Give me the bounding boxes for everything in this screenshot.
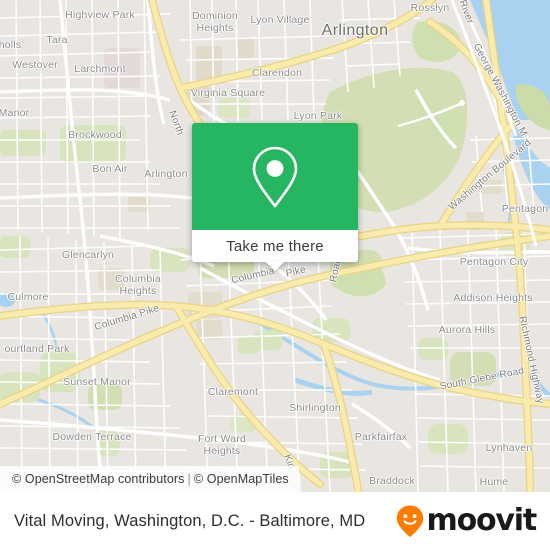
map-place-label: Larchmont <box>74 63 126 75</box>
moovit-wordmark: moovit <box>426 503 538 538</box>
map-place-label: ourtland Park <box>4 343 70 355</box>
map-place-label: Addison Heights <box>453 292 533 304</box>
map-place-label: Sunset Manor <box>63 376 131 388</box>
map-place-label: Columbia Heights <box>115 273 161 297</box>
map-place-label: Claremont <box>207 386 259 398</box>
map-place-label: Dowden Terrace <box>52 431 132 443</box>
map-place-label: Braddock <box>369 475 415 487</box>
popup-header <box>192 123 358 230</box>
map-place-label: Bon Air <box>92 163 128 175</box>
take-me-there-button[interactable]: Take me there <box>192 230 358 262</box>
map-place-label: Dominion Heights <box>192 10 238 34</box>
map-place-label: Parkfairfax <box>354 431 408 443</box>
map-place-label: Clarendon <box>251 67 303 79</box>
map-place-label: Rosslyn <box>410 2 450 14</box>
map-place-label: Westover <box>12 59 58 71</box>
map-place-label: Tara <box>46 34 68 46</box>
map-city-label: Arlington <box>321 22 389 39</box>
map-place-label: Fort Ward Heights <box>197 433 247 457</box>
attribution-osm[interactable]: © OpenStreetMap contributors <box>12 472 185 486</box>
map-attribution[interactable]: © OpenStreetMap contributors | © OpenMap… <box>0 466 299 492</box>
map-place-label: Glencarlyn <box>61 249 115 261</box>
map-place-label: Highview Park <box>65 9 135 21</box>
moovit-smiley-pin-icon <box>396 505 423 537</box>
take-me-there-label: Take me there <box>226 237 324 255</box>
map-screenshot: Arlington Highview Park Dominion Heights Ly… <box>0 0 550 550</box>
map-place-label: Arlington <box>144 168 188 180</box>
location-popup-card[interactable]: Take me there <box>192 123 358 271</box>
attribution-openmaptiles[interactable]: © OpenMapTiles <box>194 472 289 486</box>
map-place-label: Lyon Village <box>250 14 310 26</box>
page-title: Vital Moving, Washington, D.C. - Baltimo… <box>14 511 366 530</box>
map-place-label: Lynhaven <box>485 442 533 454</box>
map-place-label: Pentagon <box>501 203 549 215</box>
attribution-separator: | <box>187 472 191 486</box>
moovit-logo[interactable]: moovit <box>395 503 538 538</box>
footer-bar: Vital Moving, Washington, D.C. - Baltimo… <box>0 492 550 550</box>
map-place-label: Shirlington <box>289 402 341 414</box>
map-place-label: Hume <box>479 476 509 488</box>
map-place-label: Manor <box>0 107 30 119</box>
map-place-label: Virginia Square <box>190 87 266 99</box>
map-place-label: Lyon Park <box>293 110 343 122</box>
location-pin-icon <box>252 146 298 207</box>
map-place-label: Brockwood <box>68 129 122 141</box>
map-place-label: holls <box>0 39 22 51</box>
map-place-label: Aurora Hills <box>438 324 496 336</box>
map-viewport[interactable]: Arlington Highview Park Dominion Heights Ly… <box>0 0 550 492</box>
popup-pointer-tail <box>266 262 284 271</box>
map-place-label: Culmore <box>7 291 49 303</box>
map-place-label: Pentagon City <box>459 256 529 268</box>
